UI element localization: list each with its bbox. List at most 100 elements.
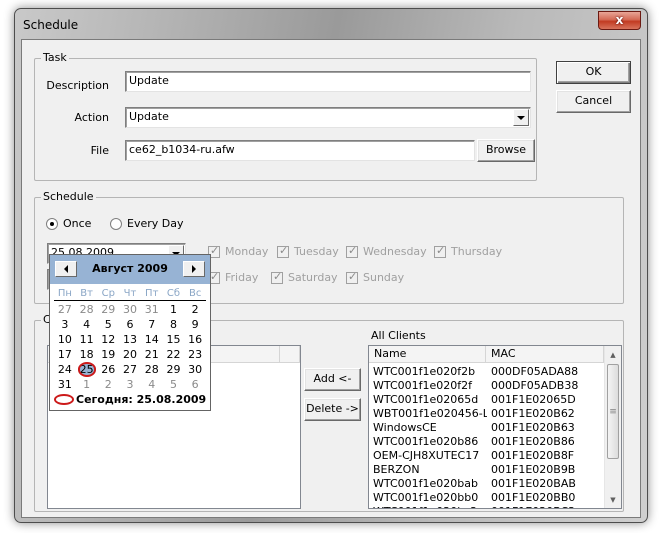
calendar-day[interactable]: 10 bbox=[54, 332, 76, 347]
client-row[interactable]: WTC001f1e020b86 001F1E020B86 bbox=[369, 435, 621, 449]
client-row[interactable]: WTC001f1e020bc2001F1E020BC2 bbox=[369, 505, 621, 508]
every-day-radio[interactable]: Every Day bbox=[110, 217, 183, 230]
thursday-checkbox[interactable]: Thursday bbox=[434, 244, 502, 258]
calendar-day[interactable]: 21 bbox=[141, 347, 163, 362]
description-input[interactable]: Update bbox=[125, 71, 531, 92]
wednesday-label: Wednesday bbox=[363, 245, 427, 258]
col-header-mac[interactable]: MAC bbox=[486, 346, 604, 362]
calendar-day[interactable]: 14 bbox=[141, 332, 163, 347]
client-row[interactable]: BERZON 001F1E020B9B bbox=[369, 463, 621, 477]
calendar-day[interactable]: 28 bbox=[76, 302, 98, 317]
calendar-day[interactable]: 2 bbox=[97, 377, 119, 392]
calendar-day[interactable]: 20 bbox=[119, 347, 141, 362]
calendar-day[interactable]: 17 bbox=[54, 347, 76, 362]
client-name: BERZON bbox=[373, 463, 420, 476]
calendar-day[interactable]: 22 bbox=[163, 347, 185, 362]
calendar-day[interactable]: 13 bbox=[119, 332, 141, 347]
selected-col-header-mac[interactable] bbox=[280, 346, 300, 362]
client-row[interactable]: WTC001f1e020f2f 000DF05ADB38 bbox=[369, 379, 621, 393]
client-name: WTC001f1e020bc2 bbox=[369, 505, 487, 508]
tuesday-checkbox[interactable]: Tuesday bbox=[277, 244, 339, 258]
next-month-button[interactable] bbox=[183, 261, 205, 277]
calendar-day[interactable]: 30 bbox=[184, 362, 206, 377]
calendar-day[interactable]: 2 bbox=[184, 302, 206, 317]
scroll-thumb[interactable]: ≡ bbox=[607, 364, 619, 459]
once-radio[interactable]: Once bbox=[46, 217, 91, 230]
scroll-down-icon[interactable]: ▼ bbox=[605, 491, 621, 508]
client-mac: 001F1E02065D bbox=[491, 393, 576, 406]
calendar-day[interactable]: 23 bbox=[184, 347, 206, 362]
file-input[interactable]: ce62_b1034-ru.afw bbox=[125, 140, 475, 161]
calendar-day[interactable]: 1 bbox=[76, 377, 98, 392]
calendar-day[interactable]: 12 bbox=[97, 332, 119, 347]
day-number: 23 bbox=[188, 348, 203, 361]
weekday-label: Пн bbox=[57, 288, 72, 299]
calendar-day[interactable]: 6 bbox=[184, 377, 206, 392]
calendar-day[interactable]: 29 bbox=[97, 302, 119, 317]
cancel-button[interactable]: Cancel bbox=[556, 90, 631, 113]
client-row[interactable]: WTC001f1e020bb0 001F1E020BB0 bbox=[369, 491, 621, 505]
saturday-checkbox[interactable]: Saturday bbox=[271, 270, 338, 284]
day-number: 18 bbox=[79, 348, 94, 361]
client-row[interactable]: WindowsCE 001F1E020B63 bbox=[369, 421, 621, 435]
day-number: 3 bbox=[61, 318, 69, 331]
day-number: 2 bbox=[104, 378, 112, 391]
calendar-day[interactable]: 31 bbox=[54, 377, 76, 392]
ok-button[interactable]: OK bbox=[556, 61, 631, 84]
calendar-day[interactable]: 27 bbox=[119, 362, 141, 377]
calendar-day[interactable]: 6 bbox=[119, 317, 141, 332]
calendar-day[interactable]: 4 bbox=[76, 317, 98, 332]
calendar-day[interactable]: 24 bbox=[54, 362, 76, 377]
calendar-day[interactable]: 28 bbox=[141, 362, 163, 377]
calendar-day[interactable]: 3 bbox=[54, 317, 76, 332]
all-clients-scrollbar[interactable]: ▲ ≡ ▼ bbox=[604, 346, 621, 508]
client-row[interactable]: WTC001f1e020f2b 000DF05ADA88 bbox=[369, 365, 621, 379]
sunday-checkbox[interactable]: Sunday bbox=[346, 270, 405, 284]
calendar-day[interactable]: 5 bbox=[163, 377, 185, 392]
today-link[interactable]: Сегодня: 25.08.2009 bbox=[54, 393, 206, 406]
calendar-day[interactable]: 11 bbox=[76, 332, 98, 347]
browse-button[interactable]: Browse bbox=[477, 139, 535, 162]
calendar-day[interactable]: 29 bbox=[163, 362, 185, 377]
client-mac: 001F1E020B9B bbox=[491, 463, 576, 476]
client-name: WTC001f1e02065d bbox=[373, 393, 479, 406]
calendar-day[interactable]: 1 bbox=[163, 302, 185, 317]
calendar-day[interactable]: 30 bbox=[119, 302, 141, 317]
monday-checkbox[interactable]: Monday bbox=[208, 244, 268, 258]
close-button[interactable]: x bbox=[598, 11, 641, 30]
client-row[interactable]: WTC001f1e02065d 001F1E02065D bbox=[369, 393, 621, 407]
calendar-day[interactable]: 26 bbox=[97, 362, 119, 377]
day-number: 15 bbox=[166, 333, 181, 346]
calendar-day[interactable]: 5 bbox=[97, 317, 119, 332]
action-dropdown-button[interactable] bbox=[513, 109, 529, 126]
friday-checkbox[interactable]: Friday bbox=[208, 270, 258, 284]
wednesday-checkbox[interactable]: Wednesday bbox=[346, 244, 427, 258]
calendar-day[interactable]: 15 bbox=[163, 332, 185, 347]
every-day-label: Every Day bbox=[127, 217, 184, 230]
calendar-day[interactable]: 31 bbox=[141, 302, 163, 317]
col-header-name[interactable]: Name bbox=[369, 346, 486, 362]
sunday-label: Sunday bbox=[363, 271, 405, 284]
all-clients-list[interactable]: Name MAC WTC001f1e020f2b 000DF05ADA88 WTC0… bbox=[368, 345, 622, 509]
calendar-day[interactable]: 27 bbox=[54, 302, 76, 317]
client-mac: 001F1E020B8F bbox=[491, 449, 575, 462]
client-row[interactable]: WBT001f1e020456-L 001F1E020B62 bbox=[369, 407, 621, 421]
scroll-up-icon[interactable]: ▲ bbox=[605, 346, 621, 363]
calendar-day[interactable]: 9 bbox=[184, 317, 206, 332]
day-number: 1 bbox=[169, 303, 177, 316]
calendar-day[interactable]: 18 bbox=[76, 347, 98, 362]
day-number: 13 bbox=[123, 333, 138, 346]
delete-button[interactable]: Delete -> bbox=[304, 398, 361, 421]
calendar-day-selected[interactable]: 25 bbox=[76, 362, 98, 377]
add-button[interactable]: Add <- bbox=[304, 368, 361, 391]
client-row[interactable]: OEM-CJH8XUTEC17 001F1E020B8F bbox=[369, 449, 621, 463]
calendar-day[interactable]: 7 bbox=[141, 317, 163, 332]
calendar-day[interactable]: 4 bbox=[141, 377, 163, 392]
calendar-day[interactable]: 16 bbox=[184, 332, 206, 347]
client-row[interactable]: WTC001f1e020bab 001F1E020BAB bbox=[369, 477, 621, 491]
calendar-day[interactable]: 3 bbox=[119, 377, 141, 392]
calendar-day[interactable]: 8 bbox=[163, 317, 185, 332]
action-select[interactable]: Update bbox=[125, 107, 531, 128]
day-number: 20 bbox=[123, 348, 138, 361]
calendar-day[interactable]: 19 bbox=[97, 347, 119, 362]
